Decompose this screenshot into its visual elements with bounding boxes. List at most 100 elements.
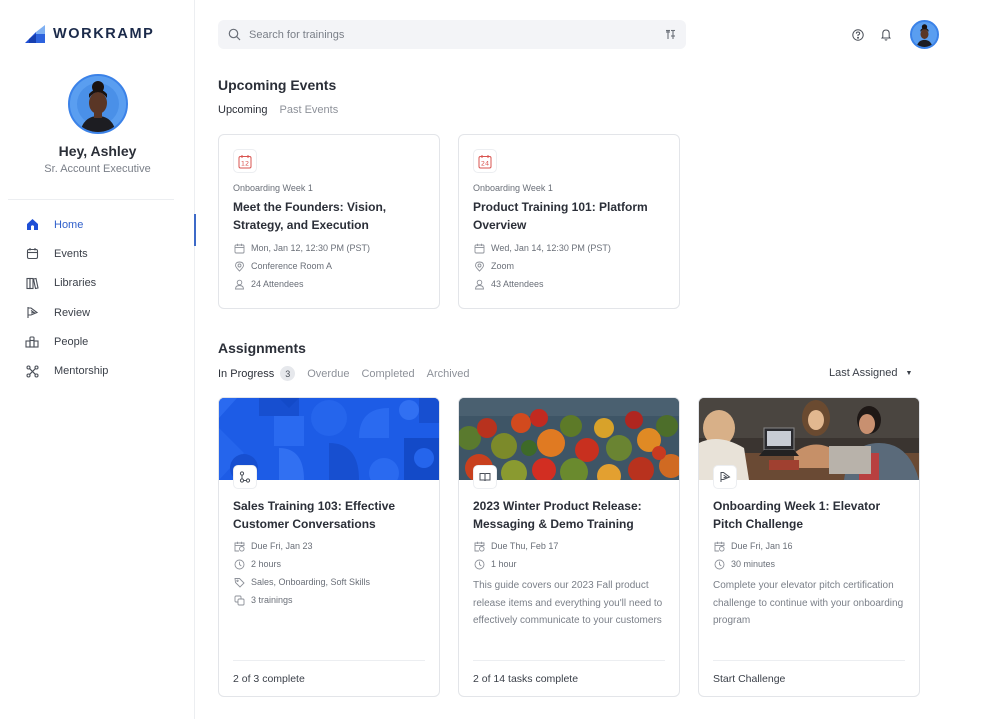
logo[interactable]: WORKRAMP: [25, 25, 154, 43]
assignments-title: Assignments: [218, 340, 306, 356]
sidebar-item-people[interactable]: People: [0, 327, 195, 356]
calendar-date-icon: 12: [238, 154, 252, 168]
flag-icon: [25, 306, 39, 320]
clock-icon: [233, 558, 245, 570]
calendar-clock-icon: [713, 540, 725, 552]
search-icon: [228, 28, 241, 41]
tab-in-progress[interactable]: In Progress 3: [218, 366, 296, 381]
person-icon: [233, 278, 245, 290]
assignments-tabs: In Progress 3 Overdue Completed Archived: [218, 366, 481, 381]
sidebar-item-label: Libraries: [54, 277, 97, 290]
due-date: Due Thu, Feb 17: [473, 537, 665, 555]
tab-archived[interactable]: Archived: [427, 368, 470, 380]
sidebar-item-label: Events: [54, 247, 88, 260]
tab-overdue[interactable]: Overdue: [307, 368, 349, 380]
assignment-card[interactable]: 2023 Winter Product Release: Messaging &…: [458, 397, 680, 697]
progress-status: 2 of 14 tasks complete: [473, 660, 665, 696]
assignment-card[interactable]: Sales Training 103: Effective Customer C…: [218, 397, 440, 697]
event-location: Zoom: [473, 257, 665, 275]
event-card[interactable]: 24 Onboarding Week 1 Product Training 10…: [458, 134, 680, 309]
person-icon: [473, 278, 485, 290]
svg-text:12: 12: [241, 159, 249, 167]
location-pin-icon: [233, 260, 245, 272]
event-date: Mon, Jan 12, 12:30 PM (PST): [233, 239, 425, 257]
event-attendees: 43 Attendees: [473, 275, 665, 293]
event-date: Wed, Jan 14, 12:30 PM (PST): [473, 239, 665, 257]
event-calendar-badge: 24: [473, 149, 497, 173]
assignment-description: This guide covers our 2023 Fall product …: [473, 580, 663, 627]
people-icon: [25, 335, 39, 349]
sidebar-item-label: Home: [54, 218, 84, 231]
caret-down-icon: ▼: [905, 369, 913, 377]
sidebar: WORKRAMP Hey, Ashley Sr. Account Executi…: [0, 0, 196, 719]
workramp-logo-icon: [25, 25, 45, 43]
search-input[interactable]: [249, 28, 665, 41]
sidebar-item-label: Mentorship: [54, 365, 109, 378]
avatar[interactable]: [67, 74, 128, 134]
user-role: Sr. Account Executive: [44, 163, 151, 175]
event-calendar-badge: 12: [233, 149, 257, 173]
assignment-title[interactable]: Onboarding Week 1: Elevator Pitch Challe…: [713, 498, 905, 533]
tab-upcoming[interactable]: Upcoming: [218, 104, 268, 116]
clock-icon: [713, 558, 725, 570]
event-group: Onboarding Week 1: [473, 183, 553, 193]
event-location: Conference Room A: [233, 257, 425, 275]
top-actions: [848, 20, 939, 49]
duration: 2 hours: [233, 555, 425, 573]
calendar-date-icon: 24: [478, 154, 492, 168]
sort-dropdown[interactable]: Last Assigned ▼: [829, 367, 912, 379]
mentorship-icon: [25, 364, 39, 378]
progress-status: 2 of 3 complete: [233, 660, 425, 696]
event-group: Onboarding Week 1: [233, 183, 313, 193]
home-icon: [25, 218, 39, 232]
upcoming-events-title: Upcoming Events: [218, 77, 337, 93]
event-title[interactable]: Product Training 101: Platform Overview: [473, 199, 665, 234]
search-bar: [218, 20, 686, 49]
duration: 30 minutes: [713, 555, 905, 573]
sidebar-item-mentorship[interactable]: Mentorship: [0, 356, 195, 385]
sidebar-item-home[interactable]: Home: [0, 210, 196, 247]
event-attendees: 24 Attendees: [233, 275, 425, 293]
sidebar-divider: [8, 199, 174, 200]
calendar-icon: [233, 242, 245, 254]
trainings-count: 3 trainings: [233, 591, 425, 609]
flag-icon: [713, 465, 737, 489]
calendar-icon: [473, 242, 485, 254]
calendar-icon: [25, 247, 39, 261]
bell-icon[interactable]: [876, 25, 896, 45]
calendar-clock-icon: [233, 540, 245, 552]
tab-completed[interactable]: Completed: [361, 368, 414, 380]
sidebar-item-events[interactable]: Events: [0, 239, 195, 268]
assignment-card[interactable]: Onboarding Week 1: Elevator Pitch Challe…: [698, 397, 920, 697]
event-title[interactable]: Meet the Founders: Vision, Strategy, and…: [233, 199, 425, 234]
path-icon: [233, 465, 257, 489]
event-card[interactable]: 12 Onboarding Week 1 Meet the Founders: …: [218, 134, 440, 309]
sidebar-item-review[interactable]: Review: [0, 298, 195, 327]
start-challenge-button[interactable]: Start Challenge: [713, 660, 905, 696]
help-icon[interactable]: [848, 25, 868, 45]
count-badge: 3: [280, 366, 296, 381]
greeting: Hey, Ashley: [58, 143, 137, 159]
location-pin-icon: [473, 260, 485, 272]
avatar-image: [69, 76, 126, 132]
due-date: Due Fri, Jan 23: [233, 537, 425, 555]
avatar-image: [912, 22, 937, 47]
assignment-title[interactable]: 2023 Winter Product Release: Messaging &…: [473, 498, 665, 533]
book-icon: [473, 465, 497, 489]
clock-icon: [473, 558, 485, 570]
filter-icon[interactable]: [665, 29, 676, 40]
tab-past-events[interactable]: Past Events: [280, 104, 339, 116]
due-date: Due Fri, Jan 16: [713, 537, 905, 555]
events-tabs: Upcoming Past Events: [218, 104, 350, 116]
duration: 1 hour: [473, 555, 665, 573]
assignment-title[interactable]: Sales Training 103: Effective Customer C…: [233, 498, 425, 533]
tags: Sales, Onboarding, Soft Skills: [233, 573, 425, 591]
profile: Hey, Ashley Sr. Account Executive: [0, 74, 195, 175]
library-icon: [25, 276, 39, 290]
sidebar-item-label: People: [54, 335, 89, 348]
user-avatar-button[interactable]: [910, 20, 939, 49]
stack-icon: [233, 594, 245, 606]
sidebar-item-label: Review: [54, 306, 91, 319]
assignment-description: Complete your elevator pitch certificati…: [713, 580, 904, 627]
sidebar-item-libraries[interactable]: Libraries: [0, 269, 195, 298]
